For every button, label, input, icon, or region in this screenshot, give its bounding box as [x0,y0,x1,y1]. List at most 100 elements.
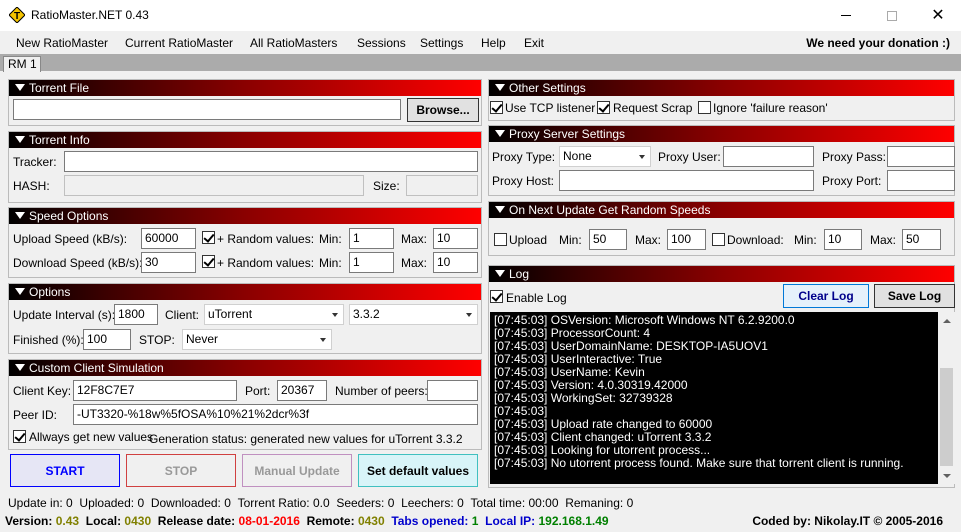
maximize-icon [887,10,897,21]
leechers-label: Leechers: [401,496,454,510]
random-upload-min-input[interactable]: 50 [589,229,627,250]
log-output[interactable]: [07:45:03] OSVersion: Microsoft Windows … [490,312,955,484]
menu-current-ratiomaster[interactable]: Current RatioMaster [125,36,233,50]
always-new-values-checkbox[interactable] [13,430,26,443]
client-key-input[interactable]: 12F8C7E7 [73,380,237,401]
random-download-max-input[interactable]: 50 [902,229,941,250]
dropdown-arrow-icon [320,338,326,342]
log-scrollbar[interactable] [938,312,955,484]
proxy-user-label: Proxy User: [658,150,721,164]
tcp-listener-label: Use TCP listener [505,101,596,115]
proxy-type-label: Proxy Type: [492,150,556,164]
peers-input[interactable] [427,380,478,401]
update-in-label: Update in: [8,496,63,510]
local-label: Local: [85,514,122,528]
scroll-down-icon[interactable] [938,467,955,484]
random-download-min-input[interactable]: 10 [824,229,862,250]
custom-client-header[interactable]: Custom Client Simulation [9,360,481,376]
ignore-failure-checkbox[interactable] [698,101,711,114]
enable-log-label: Enable Log [506,291,567,305]
donation-text[interactable]: We need your donation :) [806,36,950,50]
scroll-thumb[interactable] [940,368,953,466]
upload-speed-input[interactable]: 60000 [141,228,196,249]
minimize-icon [841,15,851,16]
torrent-file-input[interactable] [13,99,401,120]
maximize-button[interactable] [869,0,915,31]
tab-strip [0,54,961,71]
download-speed-input[interactable]: 30 [141,252,196,273]
manual-update-button[interactable]: Manual Update [242,454,352,487]
menu-help[interactable]: Help [481,36,506,50]
start-button[interactable]: START [10,454,120,487]
upload-max-input[interactable]: 10 [433,228,478,249]
other-settings-header[interactable]: Other Settings [489,80,954,96]
proxy-user-input[interactable] [723,146,814,167]
upload-min-input[interactable]: 1 [349,228,394,249]
collapse-icon [15,84,25,91]
random-download-min-label: Min: [794,233,817,247]
tab-rm1[interactable]: RM 1 [3,56,41,72]
proxy-settings-header[interactable]: Proxy Server Settings [489,126,954,142]
finished-input[interactable]: 100 [83,329,131,350]
update-interval-input[interactable]: 1800 [114,304,158,325]
proxy-host-label: Proxy Host: [492,174,555,188]
client-version-select[interactable]: 3.3.2 [349,304,478,325]
speed-options-header[interactable]: Speed Options [9,208,481,224]
finished-label: Finished (%): [13,333,84,347]
browse-button[interactable]: Browse... [407,98,479,122]
proxy-port-input[interactable] [887,170,955,191]
request-scrap-checkbox[interactable] [597,101,610,114]
torrent-file-header[interactable]: Torrent File [9,80,481,96]
random-speeds-header[interactable]: On Next Update Get Random Speeds [489,202,954,218]
update-interval-label: Update Interval (s): [13,308,116,322]
proxy-pass-input[interactable] [887,146,955,167]
request-scrap-label: Request Scrap [613,101,693,115]
close-button[interactable]: ✕ [915,0,961,31]
version-value: 0.43 [55,514,80,528]
proxy-pass-label: Proxy Pass: [822,150,887,164]
collapse-icon [15,364,25,371]
client-select[interactable]: uTorrent [204,304,344,325]
download-random-checkbox[interactable] [202,255,215,268]
download-min-input[interactable]: 1 [349,252,394,273]
stop-select[interactable]: Never [182,329,332,350]
proxy-host-input[interactable] [559,170,814,191]
ratio-value: 0.0 [312,496,330,510]
close-icon: ✕ [931,6,945,24]
tcp-listener-checkbox[interactable] [490,101,503,114]
upload-random-checkbox[interactable] [202,231,215,244]
version-label: Version: [5,514,53,528]
menu-new-ratiomaster[interactable]: New RatioMaster [16,36,108,50]
menu-settings[interactable]: Settings [420,36,463,50]
menu-bar: New RatioMaster Current RatioMaster All … [0,31,961,54]
always-new-values-label: Allways get new values [29,430,154,444]
log-header[interactable]: Log [489,266,954,282]
save-log-button[interactable]: Save Log [874,284,955,308]
download-max-label: Max: [401,256,428,270]
minimize-button[interactable] [823,0,869,31]
menu-all-ratiomasters[interactable]: All RatioMasters [250,36,337,50]
tracker-input[interactable] [64,151,478,172]
peers-label: Number of peers: [335,384,428,398]
collapse-icon [15,136,25,143]
log-line: [07:45:03] WorkingSet: 32739328 [494,391,673,405]
peer-id-input[interactable]: -UT3320-%18w%5fOSA%10%21%2dcr%3f [73,404,478,425]
stop-button[interactable]: STOP [126,454,236,487]
torrent-info-header[interactable]: Torrent Info [9,132,481,148]
menu-exit[interactable]: Exit [524,36,544,50]
options-header[interactable]: Options [9,284,481,300]
dropdown-arrow-icon [466,313,472,317]
menu-sessions[interactable]: Sessions [357,36,406,50]
clear-log-button[interactable]: Clear Log [783,284,869,308]
download-max-input[interactable]: 10 [433,252,478,273]
scroll-up-icon[interactable] [938,312,955,329]
random-upload-checkbox[interactable] [494,233,507,246]
proxy-type-select[interactable]: None [559,146,651,167]
enable-log-checkbox[interactable] [490,290,503,303]
random-upload-max-input[interactable]: 100 [667,229,706,250]
set-default-values-button[interactable]: Set default values [358,454,478,487]
total-time-value: 00:00 [528,496,559,510]
port-input[interactable]: 20367 [277,380,327,401]
random-download-checkbox[interactable] [712,233,725,246]
generation-status: Generation status: generated new values … [149,432,463,446]
